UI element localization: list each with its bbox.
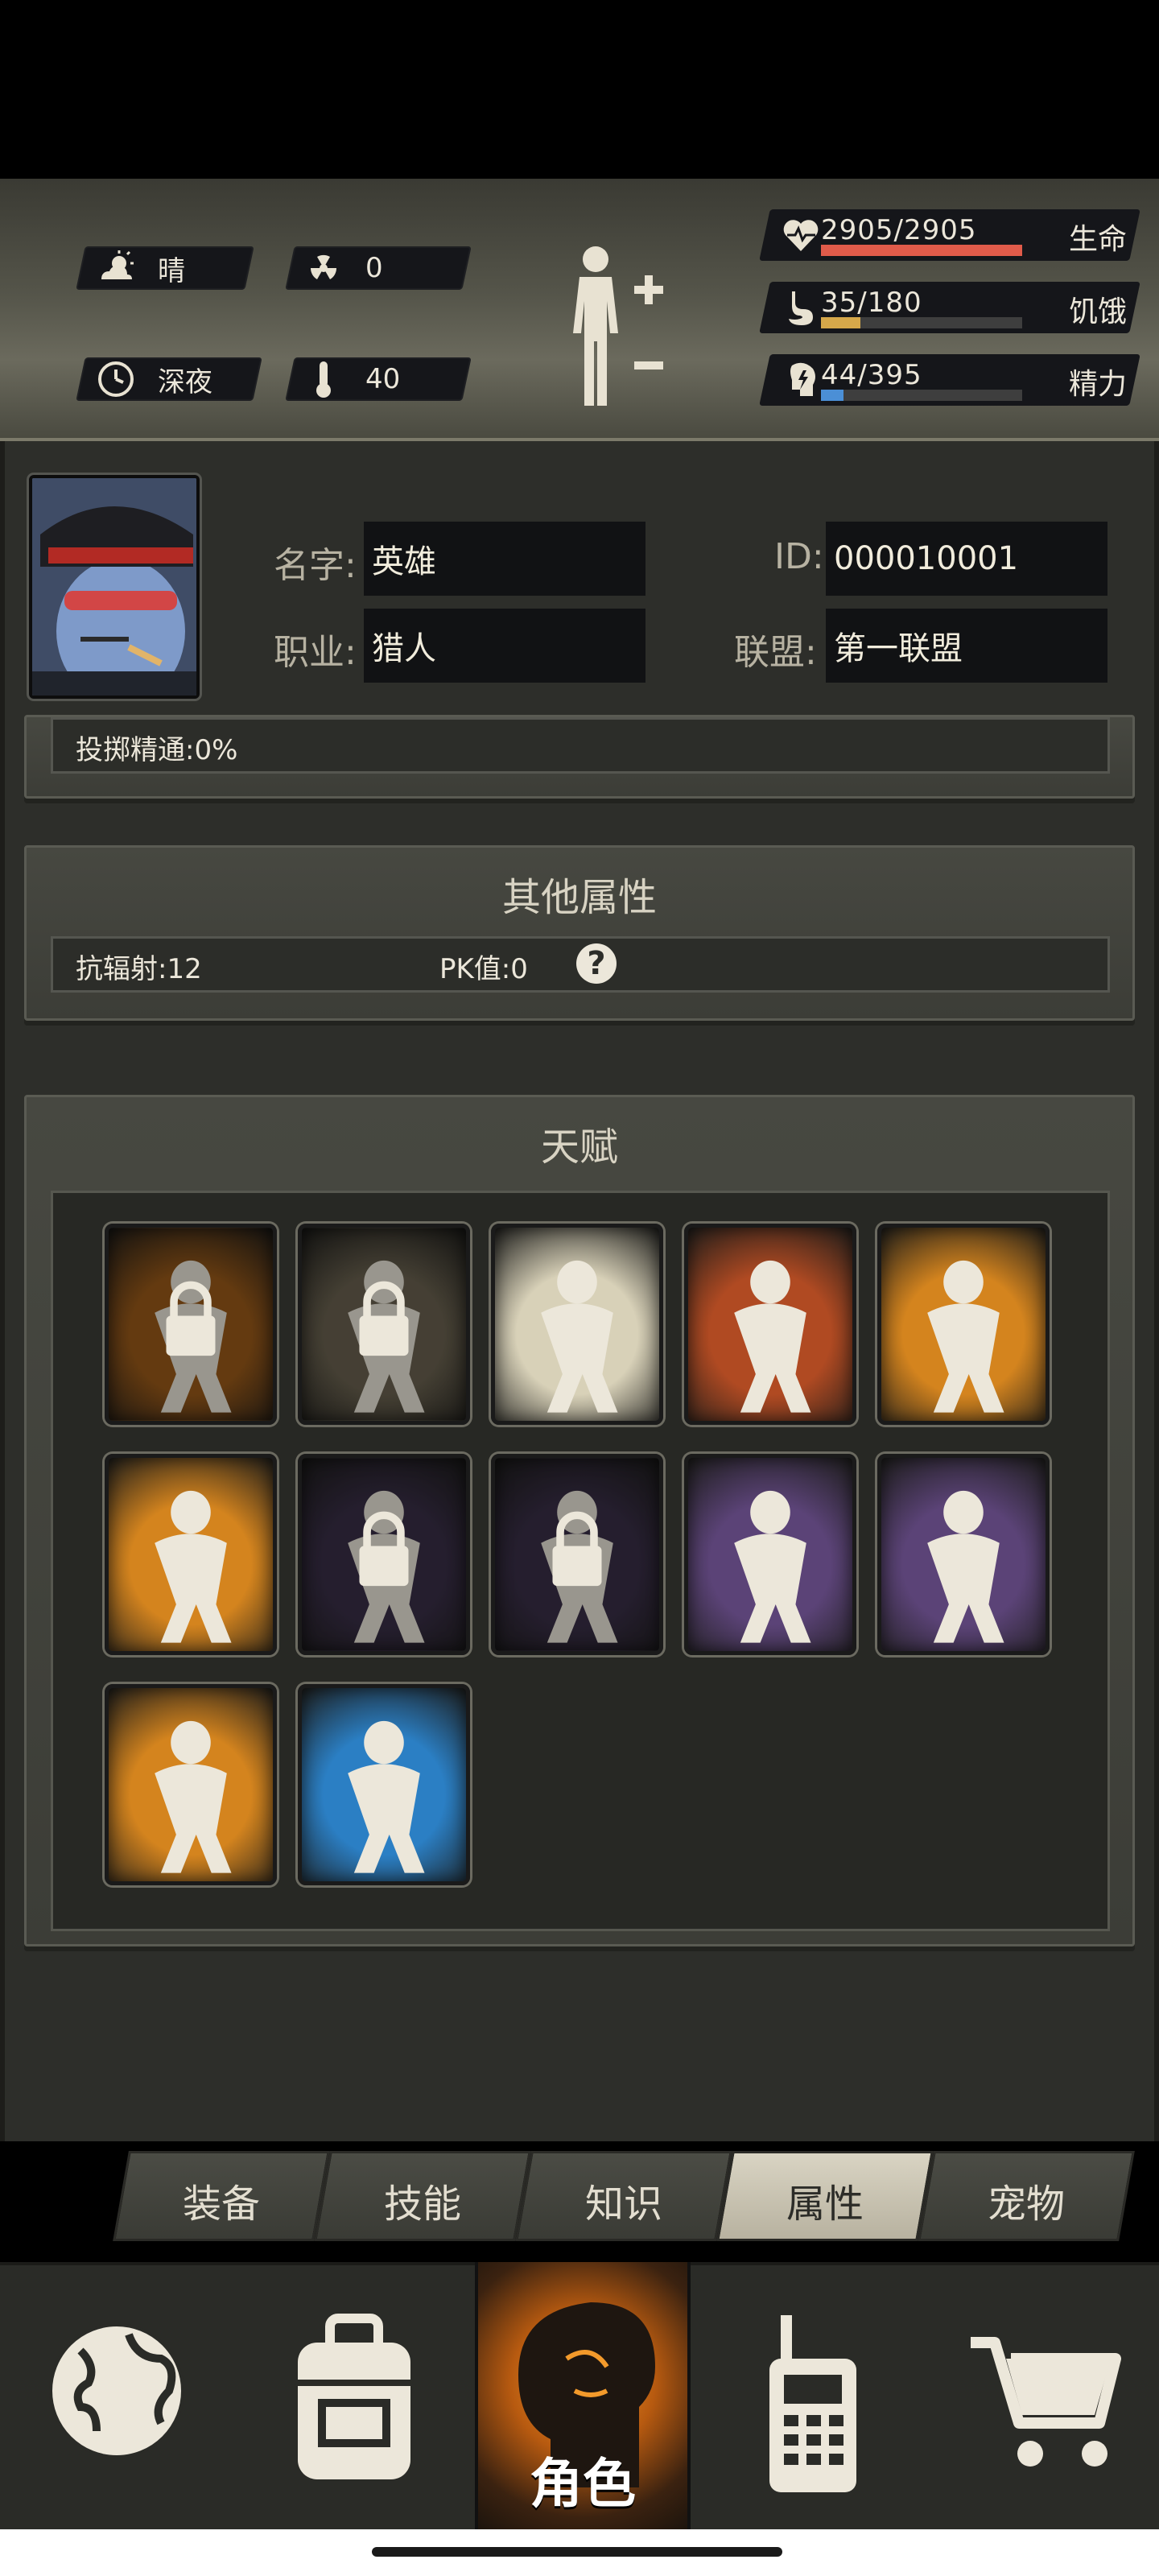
globe-icon [49,2323,184,2458]
hunger-bar [821,317,1022,328]
alliance-label: 联盟: [734,632,817,673]
attributes-section-tail: 投掷精通:0% [24,715,1135,799]
talent-panda[interactable] [298,1224,470,1425]
radiation-value: 0 [365,252,383,284]
name-field: 英雄 [364,522,645,596]
other-attributes-row: 抗辐射:12 PK值:0 ? [51,936,1110,993]
talent-eater[interactable] [491,1224,663,1425]
nav-world-button[interactable] [32,2302,225,2496]
alliance-label-text: 联盟 [734,632,805,673]
energy-value: 44/395 [821,359,922,391]
job-field: 猎人 [364,609,645,683]
tab-label: 属性 [786,2182,864,2227]
officer-portrait-icon [32,478,196,696]
talent-shield-icon [927,1490,1004,1643]
brain-energy-icon [790,362,815,396]
name-label-text: 名字 [274,545,344,586]
heart-pulse-icon [783,220,819,251]
hunger-label: 饥饿 [1068,295,1127,328]
energy-bar [821,390,1022,401]
tab-label: 宠物 [987,2182,1065,2227]
talent-archer-icon [734,1490,811,1643]
id-label: ID: [774,536,824,577]
nav-role-label: 角色 [530,2453,636,2515]
time-display: 深夜 [95,357,212,401]
talent-boxer-icon [155,1490,232,1643]
id-label-text: ID [774,536,812,577]
talent-strongman[interactable] [877,1224,1050,1425]
body-status-button[interactable] [563,242,668,411]
lock-icon [495,1458,659,1651]
other-attributes-title: 其他属性 [501,875,657,920]
tab-label: 技能 [383,2182,461,2227]
talent-porter[interactable] [105,1224,277,1425]
talents-title: 天赋 [540,1125,618,1170]
stomach-icon [789,291,813,325]
weather-value: 晴 [158,254,185,287]
thermometer-icon [303,358,344,400]
talent-crouch[interactable] [298,1684,470,1885]
radiation-resist: 抗辐射:12 [76,953,202,985]
lock-icon [109,1228,273,1421]
alliance-field: 第一联盟 [826,609,1107,683]
health-value: 2905/2905 [821,214,977,246]
backpack-icon [298,2314,410,2479]
other-attributes-section: 其他属性 抗辐射:12 PK值:0 ? [24,845,1135,1021]
talent-kick[interactable] [105,1684,277,1885]
tab-label: 装备 [182,2182,260,2227]
job-label-text: 职业 [274,632,344,673]
talent-shield[interactable] [877,1454,1050,1655]
talent-kick-icon [155,1720,232,1873]
home-indicator[interactable] [372,2547,782,2557]
talent-crouch-icon [348,1720,425,1873]
talent-boxer[interactable] [105,1454,277,1655]
health-label: 生命 [1068,223,1127,256]
character-avatar[interactable] [29,475,200,699]
hunger-stat: 35/180 饥饿 [759,282,1143,333]
time-value: 深夜 [158,365,212,398]
talent-strongman-icon [927,1260,1004,1413]
name-label: 名字: [274,545,357,586]
lock-icon [302,1458,466,1651]
nav-shop-button[interactable] [966,2318,1127,2479]
temperature-value: 40 [365,363,401,395]
talent-fist[interactable] [684,1224,856,1425]
radiation-icon [303,247,344,289]
talent-eater-icon [541,1260,618,1413]
health-stat: 2905/2905 生命 [759,209,1143,261]
lock-icon [302,1228,466,1421]
tab-label: 知识 [584,2182,662,2227]
throwing-mastery: 投掷精通:0% [76,734,238,766]
clock-icon [95,358,137,400]
talent-fist-icon [734,1260,811,1413]
temperature-display: 40 [303,357,400,401]
energy-label: 精力 [1068,368,1127,401]
weather-display: 晴 [95,246,185,290]
nav-radio-button[interactable] [757,2310,869,2496]
weather-sun-cloud-icon [95,247,137,289]
job-label: 职业: [274,632,357,673]
cart-icon [971,2337,1121,2467]
hunger-value: 35/180 [821,287,922,319]
talent-rifle[interactable] [491,1454,663,1655]
pk-value: PK值:0 [439,953,528,985]
human-body-icon [573,246,663,406]
health-bar [821,245,1022,256]
radiation-display: 0 [303,246,383,290]
throwing-mastery-row: 投掷精通:0% [51,717,1110,774]
help-icon[interactable]: ? [576,943,617,984]
id-field: 000010001 [826,522,1107,596]
talent-archer[interactable] [684,1454,856,1655]
nav-backpack-button[interactable] [274,2310,435,2487]
energy-stat: 44/395 精力 [759,354,1143,406]
walkie-talkie-icon [769,2315,856,2492]
talent-pistol[interactable] [298,1454,470,1655]
